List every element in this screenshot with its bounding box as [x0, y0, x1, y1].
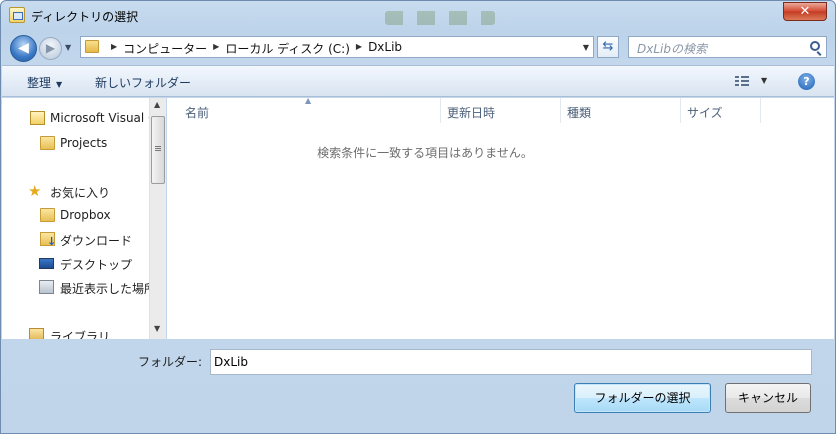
nav-item-label: Microsoft Visual C	[50, 111, 149, 125]
nav-item-label: Dropbox	[60, 208, 111, 222]
breadcrumb-chevron-icon[interactable]: ▶	[356, 42, 362, 57]
nav-item-label: ダウンロード	[60, 234, 133, 248]
command-toolbar: 整理 ▼ 新しいフォルダー ▼ ?	[2, 65, 834, 97]
background-window-buttons	[385, 11, 495, 25]
search-input[interactable]: DxLibの検索	[628, 36, 827, 58]
folder-icon	[40, 208, 55, 222]
nav-item-label: デスクトップ	[60, 258, 133, 272]
title-bar: ディレクトリの選択 ✕	[1, 1, 835, 31]
column-header-modified[interactable]: 更新日時	[441, 98, 561, 123]
cancel-button[interactable]: キャンセル	[725, 383, 811, 413]
column-header-name[interactable]: 名前	[179, 98, 441, 123]
file-list: ▲ 名前 更新日時 種類 サイズ 検索条件に一致する項目はありません。	[167, 96, 834, 339]
scroll-up-icon[interactable]: ▲	[154, 100, 160, 109]
organize-menu-button[interactable]: 整理 ▼	[27, 74, 62, 91]
downloads-icon	[40, 232, 56, 248]
chevron-down-icon: ▼	[56, 80, 63, 89]
nav-item-libraries[interactable]: ライブラリ	[2, 326, 149, 339]
breadcrumb-chevron-icon[interactable]: ▶	[213, 42, 219, 57]
refresh-button[interactable]: ⇆	[597, 36, 619, 58]
library-icon	[29, 328, 44, 339]
breadcrumb: ▶ コンピューター ▶ ローカル ディスク (C:) ▶ DxLib	[105, 40, 402, 57]
navigation-pane: Microsoft Visual C Projects ★ お気に入り Drop…	[2, 98, 149, 339]
breadcrumb-chevron-icon[interactable]: ▶	[111, 42, 117, 57]
recent-places-icon	[39, 280, 54, 294]
search-icon[interactable]	[810, 41, 820, 51]
empty-folder-message: 検索条件に一致する項目はありません。	[317, 146, 533, 160]
refresh-icon: ⇆	[602, 39, 614, 54]
star-icon: ★	[28, 182, 42, 200]
breadcrumb-item-local-disk[interactable]: ローカル ディスク (C:)	[225, 40, 350, 57]
search-placeholder: DxLibの検索	[637, 42, 707, 56]
folder-icon	[40, 136, 55, 150]
organize-label: 整理	[27, 76, 52, 90]
nav-item-label: 最近表示した場所	[60, 282, 149, 296]
column-header-type[interactable]: 種類	[561, 98, 681, 123]
visual-studio-icon	[30, 111, 45, 125]
nav-pane-scrollbar[interactable]: ▲ ▼	[149, 98, 166, 339]
back-button[interactable]: ◀	[10, 35, 37, 62]
nav-item-projects[interactable]: Projects	[2, 134, 149, 154]
dialog-app-icon	[9, 7, 25, 23]
folder-icon	[85, 40, 99, 53]
window-title: ディレクトリの選択	[31, 10, 139, 24]
nav-item-recent-places[interactable]: 最近表示した場所	[2, 278, 149, 298]
desktop-icon	[39, 258, 54, 269]
nav-item-visual-studio[interactable]: Microsoft Visual C	[2, 109, 149, 129]
scroll-down-icon[interactable]: ▼	[154, 324, 160, 333]
view-dropdown-icon[interactable]: ▼	[761, 76, 767, 85]
new-folder-button[interactable]: 新しいフォルダー	[95, 74, 191, 91]
breadcrumb-item-computer[interactable]: コンピューター	[123, 40, 207, 57]
nav-item-favorites[interactable]: ★ お気に入り	[2, 182, 149, 202]
breadcrumb-item-dxlib[interactable]: DxLib	[368, 40, 402, 57]
folder-field-label: フォルダー:	[138, 355, 203, 369]
nav-item-label: お気に入り	[50, 186, 111, 200]
nav-item-dropbox[interactable]: Dropbox	[2, 206, 149, 226]
view-options-icon[interactable]	[735, 76, 749, 87]
nav-item-label: ライブラリ	[50, 330, 111, 339]
recent-pages-dropdown-icon[interactable]: ▼	[65, 43, 71, 52]
nav-item-desktop[interactable]: デスクトップ	[2, 254, 149, 274]
column-header-size[interactable]: サイズ	[681, 98, 761, 123]
folder-picker-dialog: ディレクトリの選択 ✕ ◀ ▶ ▼ ▶ コンピューター ▶ ローカル ディスク …	[0, 0, 836, 434]
nav-item-downloads[interactable]: ダウンロード	[2, 230, 149, 250]
select-folder-button[interactable]: フォルダーの選択	[574, 383, 711, 413]
address-history-dropdown-icon[interactable]: ▼	[583, 43, 589, 52]
column-headers: ▲ 名前 更新日時 種類 サイズ	[167, 96, 834, 123]
nav-item-label: Projects	[60, 136, 108, 150]
help-button[interactable]: ?	[798, 73, 815, 90]
folder-name-field[interactable]: DxLib	[210, 349, 812, 375]
address-bar[interactable]: ▶ コンピューター ▶ ローカル ディスク (C:) ▶ DxLib ▼	[80, 36, 594, 58]
scrollbar-thumb[interactable]	[151, 116, 165, 184]
forward-button[interactable]: ▶	[39, 37, 62, 60]
close-button[interactable]: ✕	[783, 2, 827, 21]
